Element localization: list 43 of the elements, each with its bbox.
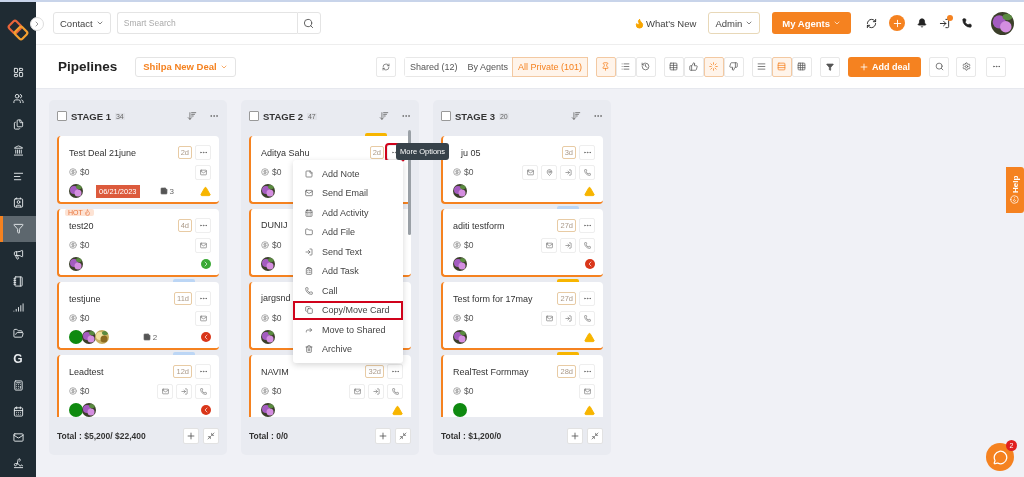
- deal-amount: $0: [80, 167, 90, 177]
- page-title: Pipelines: [58, 59, 118, 74]
- deal-title: RealTest Formmay: [453, 366, 529, 377]
- deal-title: aditi testform: [453, 220, 505, 231]
- stage-title: STAGE 3: [455, 110, 495, 122]
- deal-title: NAVIM: [261, 366, 289, 377]
- deal-title: Test form for 17may: [453, 293, 533, 304]
- deal-title: jargsnd: [261, 293, 291, 303]
- menu-label: Add Note: [322, 168, 360, 179]
- deal-amount: $0: [464, 313, 474, 323]
- stage-total: Total : $5,200/ $22,400: [57, 431, 147, 441]
- note-count: 3: [169, 186, 174, 196]
- deal-title: Leadtest: [69, 366, 104, 377]
- deal-title: Test Deal 21june: [69, 147, 137, 158]
- menu-label: Call: [322, 285, 338, 296]
- deal-amount: $0: [272, 167, 282, 177]
- deal-title: ju 05: [459, 147, 481, 158]
- menu-label: Add Task: [322, 266, 359, 277]
- note-count: 2: [152, 332, 158, 342]
- deal-amount: $0: [464, 167, 474, 177]
- menu-label: Move to Shared: [322, 324, 386, 335]
- menu-label: Add Activity: [322, 207, 369, 218]
- menu-label: Archive: [322, 344, 352, 355]
- deal-title: Aditya Sahu: [261, 147, 310, 158]
- deal-amount: $0: [272, 386, 282, 396]
- deal-amount: $0: [272, 312, 282, 323]
- stage-total: Total : 0/0: [249, 431, 290, 441]
- deal-amount: $0: [464, 240, 474, 250]
- menu-label: Copy/Move Card: [322, 305, 390, 316]
- stage-title: STAGE 2: [263, 110, 303, 122]
- stage-total: Total : $1,200/0: [441, 431, 503, 441]
- deal-amount: $0: [272, 239, 282, 250]
- deal-title: test20: [69, 220, 94, 231]
- deal-amount: $0: [80, 240, 90, 250]
- deal-amount: $0: [80, 386, 90, 396]
- menu-label: Send Text: [322, 246, 362, 257]
- deal-amount: $0: [80, 313, 90, 323]
- deal-amount: $0: [464, 386, 474, 396]
- deal-title: DUNIJ: [261, 220, 288, 230]
- stage-title: STAGE 1: [71, 110, 111, 122]
- menu-label: Add File: [322, 227, 356, 238]
- menu-label: Send Email: [322, 188, 369, 199]
- deal-title: testjune: [69, 293, 101, 304]
